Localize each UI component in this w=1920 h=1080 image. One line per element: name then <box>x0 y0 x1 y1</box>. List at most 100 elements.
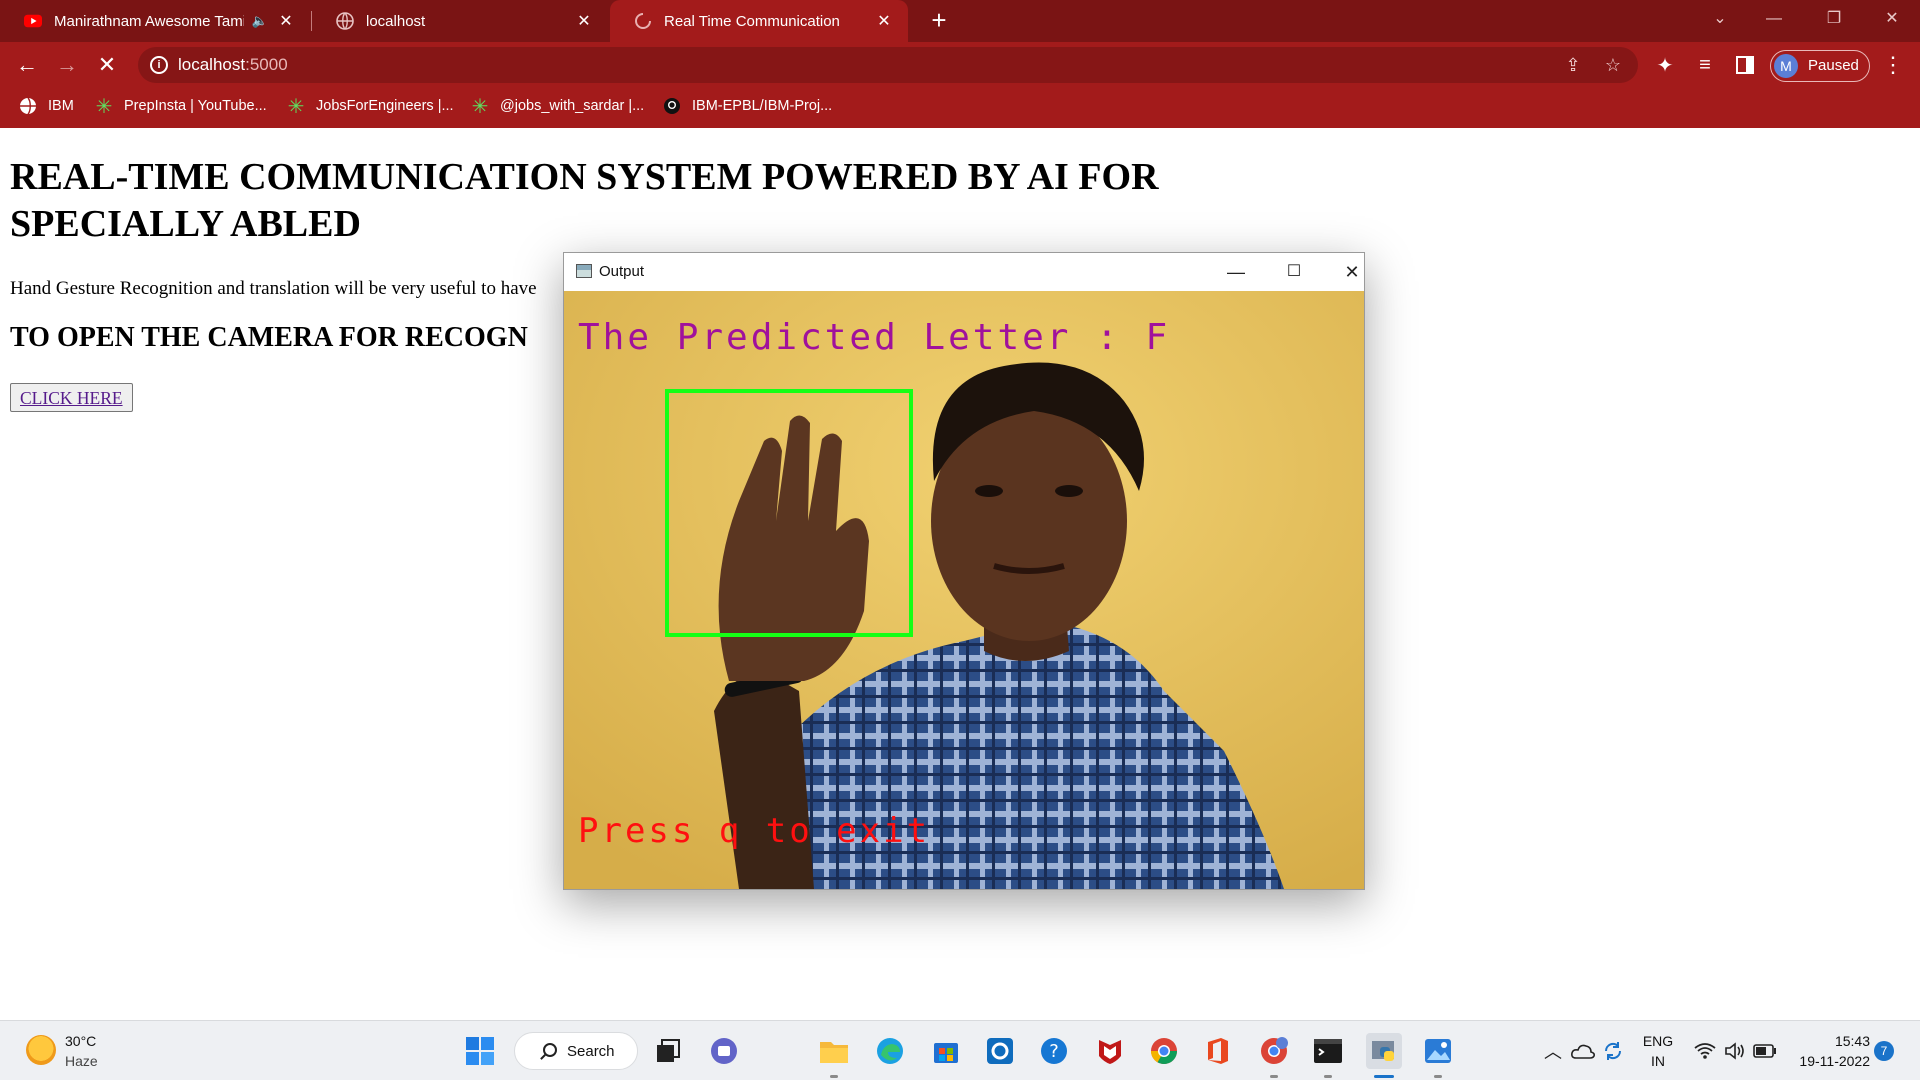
output-window-titlebar[interactable]: Output — ☐ ✕ <box>564 253 1364 291</box>
running-indicator <box>1270 1075 1278 1078</box>
side-panel-icon[interactable] <box>1728 48 1762 82</box>
weather-sun-icon[interactable] <box>26 1035 56 1065</box>
maximize-icon[interactable]: ☐ <box>1274 257 1314 287</box>
office-icon[interactable] <box>1200 1033 1236 1069</box>
bookmark-ibm-epbl[interactable]: IBM-EPBL/IBM-Proj... <box>662 88 832 124</box>
svg-text:?: ? <box>1049 1041 1059 1062</box>
restore-icon[interactable]: ❐ <box>1806 0 1862 40</box>
new-tab-button[interactable]: + <box>924 6 954 36</box>
camera-feed: The Predicted Letter : F Press q to exit <box>564 291 1364 889</box>
photos-icon[interactable] <box>1420 1033 1456 1069</box>
search-icon <box>543 1043 557 1057</box>
avatar: M <box>1774 54 1798 78</box>
browser-toolbar: ← → ✕ i localhost:5000 ⇪ ☆ ✦ ≡ M Paused … <box>0 42 1920 88</box>
bookmark-label: IBM-EPBL/IBM-Proj... <box>692 98 833 114</box>
battery-icon[interactable] <box>1750 1033 1780 1069</box>
bookmark-ibm[interactable]: IBM <box>18 88 74 124</box>
bookmark-label: @jobs_with_sardar |... <box>500 98 645 114</box>
clock-time[interactable]: 15:43 <box>1786 1033 1870 1049</box>
profile-button[interactable]: M Paused <box>1770 50 1870 82</box>
bookmark-label: JobsForEngineers |... <box>316 98 454 114</box>
tab-title: Real Time Communication <box>664 12 840 30</box>
bookmarks-bar: IBM ✳ PrepInsta | YouTube... ✳ JobsForEn… <box>0 88 1920 128</box>
stop-loading-button[interactable]: ✕ <box>90 48 124 82</box>
language-indicator[interactable]: ENG <box>1640 1033 1676 1049</box>
sync-icon[interactable] <box>1598 1033 1628 1069</box>
click-here-button[interactable]: CLICK HERE <box>10 383 133 412</box>
globe-icon <box>336 12 354 30</box>
url-text[interactable]: localhost:5000 <box>178 55 288 75</box>
tab-title: Manirathnam Awesome Tami <box>54 12 244 30</box>
page-description: Hand Gesture Recognition and translation… <box>10 278 537 299</box>
predicted-letter-text: The Predicted Letter : F <box>578 317 1171 358</box>
onedrive-cloud-icon[interactable] <box>1568 1033 1598 1069</box>
youtube-icon <box>24 12 42 30</box>
minimize-icon[interactable]: — <box>1216 257 1256 287</box>
teams-chat-icon[interactable] <box>706 1033 742 1069</box>
bookmark-jobsforengineers[interactable]: ✳ JobsForEngineers |... <box>286 88 454 124</box>
tab-title: localhost <box>366 12 426 30</box>
github-icon <box>662 96 682 116</box>
close-tab-icon[interactable]: ✕ <box>874 11 894 31</box>
extensions-icon[interactable]: ✦ <box>1648 48 1682 82</box>
edge-browser-icon[interactable] <box>872 1033 908 1069</box>
share-icon[interactable]: ⇪ <box>1562 54 1584 76</box>
green-asterisk-icon: ✳ <box>95 95 113 118</box>
tab-youtube[interactable]: Manirathnam Awesome Tami 🔈 ✕ <box>0 0 310 42</box>
chrome-profile-icon[interactable] <box>1256 1033 1292 1069</box>
output-window[interactable]: Output — ☐ ✕ The Predicted Letter: F Pr… <box>563 252 1365 890</box>
bookmark-label: IBM <box>48 98 74 114</box>
app-window-icon <box>576 264 592 278</box>
bookmark-prepinsta[interactable]: ✳ PrepInsta | YouTube... <box>94 88 267 124</box>
volume-icon[interactable] <box>1720 1033 1750 1069</box>
mcafee-icon[interactable] <box>1092 1033 1128 1069</box>
speaker-icon[interactable]: 🔈 <box>252 13 268 29</box>
green-asterisk-icon: ✳ <box>471 95 489 118</box>
windows-start-icon[interactable] <box>462 1033 498 1069</box>
bookmark-star-icon[interactable]: ☆ <box>1602 54 1624 76</box>
tab-real-time-communication[interactable]: Real Time Communication ✕ <box>610 0 908 42</box>
task-view-icon[interactable] <box>650 1033 686 1069</box>
microsoft-store-icon[interactable] <box>928 1033 964 1069</box>
running-indicator <box>1434 1075 1442 1078</box>
output-window-title: Output <box>599 263 645 280</box>
company-portal-icon[interactable] <box>982 1033 1018 1069</box>
close-window-icon[interactable]: ✕ <box>1864 0 1920 40</box>
tab-localhost[interactable]: localhost ✕ <box>312 0 608 42</box>
address-bar[interactable]: i localhost:5000 ⇪ ☆ <box>138 47 1638 83</box>
chevron-up-icon[interactable]: ︿ <box>1538 1033 1568 1069</box>
site-info-icon[interactable]: i <box>150 56 168 74</box>
file-explorer-icon[interactable] <box>816 1033 852 1069</box>
exit-hint-text: Press q to exit <box>578 811 931 851</box>
running-indicator <box>830 1075 838 1078</box>
close-tab-icon[interactable]: ✕ <box>574 11 594 31</box>
minimize-icon[interactable]: — <box>1746 0 1802 40</box>
taskbar-search[interactable]: Search <box>514 1032 638 1070</box>
media-queue-icon[interactable]: ≡ <box>1688 48 1722 82</box>
chrome-icon[interactable] <box>1146 1033 1182 1069</box>
wifi-icon[interactable] <box>1690 1033 1720 1069</box>
forward-button[interactable]: → <box>50 48 84 82</box>
close-tab-icon[interactable]: ✕ <box>276 11 296 31</box>
running-indicator <box>1324 1075 1332 1078</box>
bookmark-label: PrepInsta | YouTube... <box>124 98 267 114</box>
get-help-icon[interactable]: ? <box>1036 1033 1072 1069</box>
camera-heading: TO OPEN THE CAMERA FOR RECOGN <box>10 322 528 353</box>
ibm-globe-icon <box>18 96 38 116</box>
weather-condition[interactable]: Haze <box>65 1053 98 1069</box>
tab-strip: Manirathnam Awesome Tami 🔈 ✕ localhost ✕… <box>0 0 1920 42</box>
close-icon[interactable]: ✕ <box>1332 257 1372 287</box>
green-asterisk-icon: ✳ <box>287 95 305 118</box>
menu-icon[interactable]: ⋮ <box>1876 48 1910 82</box>
notification-count-badge[interactable]: 7 <box>1874 1041 1894 1061</box>
terminal-icon[interactable] <box>1310 1033 1346 1069</box>
python-app-icon[interactable] <box>1366 1033 1402 1069</box>
back-button[interactable]: ← <box>10 48 44 82</box>
tab-search-icon[interactable]: ⌄ <box>1692 0 1748 40</box>
weather-temperature[interactable]: 30°C <box>65 1033 96 1049</box>
clock-date[interactable]: 19-11-2022 <box>1786 1053 1870 1069</box>
region-indicator[interactable]: IN <box>1640 1053 1676 1069</box>
active-app-indicator <box>1374 1075 1394 1078</box>
bookmark-jobs-with-sardar[interactable]: ✳ @jobs_with_sardar |... <box>470 88 645 124</box>
search-label: Search <box>567 1043 615 1060</box>
